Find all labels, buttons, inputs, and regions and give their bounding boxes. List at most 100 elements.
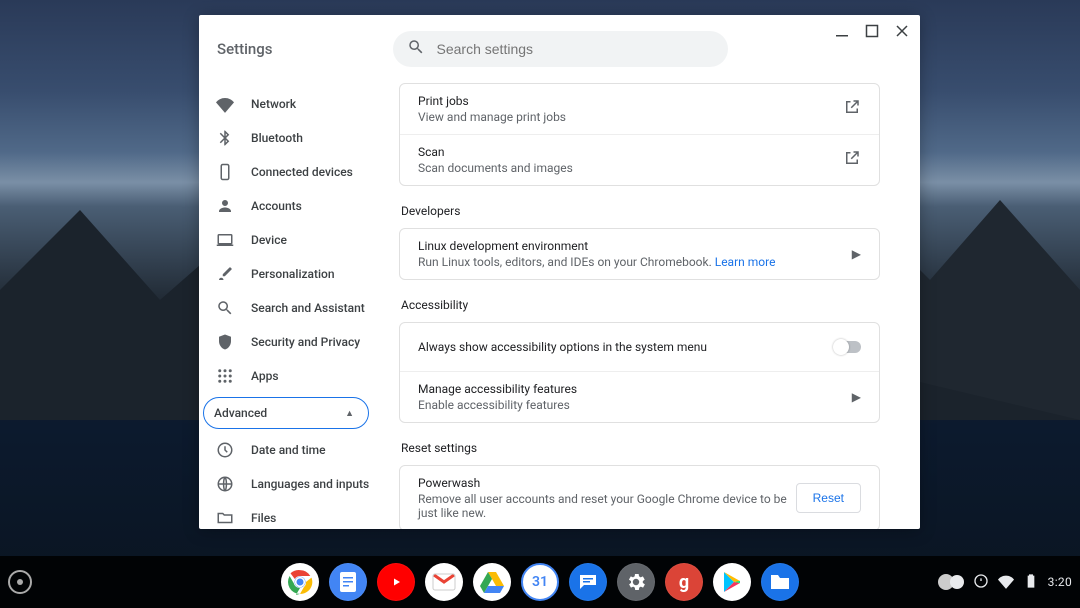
notification-badge-icon bbox=[973, 573, 989, 592]
developers-card: Linux development environment Run Linux … bbox=[399, 228, 880, 280]
row-sub: View and manage print jobs bbox=[418, 110, 566, 124]
shelf: 31 g 3:20 bbox=[0, 556, 1080, 608]
sidebar-item-network[interactable]: Network bbox=[199, 87, 379, 121]
brush-icon bbox=[216, 265, 234, 283]
app-play[interactable] bbox=[713, 563, 751, 601]
learn-more-link[interactable]: Learn more bbox=[715, 255, 776, 269]
row-print-jobs[interactable]: Print jobs View and manage print jobs bbox=[400, 84, 879, 134]
sidebar-item-connected-devices[interactable]: Connected devices bbox=[199, 155, 379, 189]
sidebar-item-accounts[interactable]: Accounts bbox=[199, 189, 379, 223]
app-docs[interactable] bbox=[329, 563, 367, 601]
header: Settings bbox=[199, 15, 920, 83]
sidebar-item-label: Bluetooth bbox=[251, 131, 303, 145]
person-icon bbox=[216, 197, 234, 215]
content-area: Print jobs View and manage print jobs Sc… bbox=[379, 83, 920, 529]
sidebar-item-date-time[interactable]: Date and time bbox=[199, 433, 379, 467]
sidebar-item-label: Device bbox=[251, 233, 287, 247]
search-icon bbox=[407, 38, 425, 60]
app-chrome[interactable] bbox=[281, 563, 319, 601]
section-header-accessibility: Accessibility bbox=[401, 298, 880, 312]
row-title: Print jobs bbox=[418, 94, 566, 108]
globe-icon bbox=[216, 475, 234, 493]
maximize-button[interactable] bbox=[864, 23, 880, 39]
toggle-switch[interactable] bbox=[835, 341, 861, 353]
sidebar: Network Bluetooth Connected devices Acco… bbox=[199, 83, 379, 529]
sidebar-item-label: Security and Privacy bbox=[251, 335, 360, 349]
sidebar-item-languages-inputs[interactable]: Languages and inputs bbox=[199, 467, 379, 501]
shield-icon bbox=[216, 333, 234, 351]
section-header-reset: Reset settings bbox=[401, 441, 880, 455]
row-sub: Enable accessibility features bbox=[418, 398, 577, 412]
section-header-developers: Developers bbox=[401, 204, 880, 218]
sidebar-item-label: Languages and inputs bbox=[251, 477, 369, 491]
laptop-icon bbox=[216, 231, 234, 249]
row-title: Manage accessibility features bbox=[418, 382, 577, 396]
accessibility-card: Always show accessibility options in the… bbox=[399, 322, 880, 423]
sidebar-item-label: Network bbox=[251, 97, 296, 111]
app-messages[interactable] bbox=[569, 563, 607, 601]
search-box[interactable] bbox=[393, 31, 728, 67]
sidebar-item-files[interactable]: Files bbox=[199, 501, 379, 529]
app-drive[interactable] bbox=[473, 563, 511, 601]
sidebar-item-device[interactable]: Device bbox=[199, 223, 379, 257]
page-title: Settings bbox=[217, 40, 273, 58]
sidebar-item-security-privacy[interactable]: Security and Privacy bbox=[199, 325, 379, 359]
row-title: Always show accessibility options in the… bbox=[418, 340, 707, 354]
wifi-icon bbox=[216, 95, 234, 113]
launcher-button[interactable] bbox=[8, 570, 32, 594]
app-calendar[interactable]: 31 bbox=[521, 563, 559, 601]
row-linux-env[interactable]: Linux development environment Run Linux … bbox=[400, 229, 879, 279]
search-icon bbox=[216, 299, 234, 317]
row-sub: Remove all user accounts and reset your … bbox=[418, 492, 796, 520]
reset-card: Powerwash Remove all user accounts and r… bbox=[399, 465, 880, 529]
clock-icon bbox=[216, 441, 234, 459]
row-a11y-toggle[interactable]: Always show accessibility options in the… bbox=[400, 323, 879, 371]
battery-icon bbox=[1023, 573, 1039, 592]
devices-icon bbox=[216, 163, 234, 181]
sidebar-item-label: Files bbox=[251, 511, 276, 525]
row-sub: Run Linux tools, editors, and IDEs on yo… bbox=[418, 255, 775, 269]
sidebar-item-search-assistant[interactable]: Search and Assistant bbox=[199, 291, 379, 325]
app-files[interactable] bbox=[761, 563, 799, 601]
wifi-icon bbox=[998, 573, 1014, 592]
user-avatars bbox=[938, 574, 964, 590]
reset-button[interactable]: Reset bbox=[796, 483, 861, 513]
sidebar-advanced-label: Advanced bbox=[214, 406, 267, 420]
row-a11y-manage[interactable]: Manage accessibility features Enable acc… bbox=[400, 371, 879, 422]
close-button[interactable] bbox=[894, 23, 910, 39]
search-input[interactable] bbox=[437, 41, 714, 57]
clock-label: 3:20 bbox=[1048, 575, 1072, 589]
shelf-apps: 31 g bbox=[281, 563, 799, 601]
row-scan[interactable]: Scan Scan documents and images bbox=[400, 134, 879, 185]
minimize-button[interactable] bbox=[834, 23, 850, 39]
open-external-icon bbox=[843, 98, 861, 120]
sidebar-item-personalization[interactable]: Personalization bbox=[199, 257, 379, 291]
row-powerwash: Powerwash Remove all user accounts and r… bbox=[400, 466, 879, 529]
app-gplus[interactable]: g bbox=[665, 563, 703, 601]
sidebar-item-label: Connected devices bbox=[251, 165, 353, 179]
row-title: Scan bbox=[418, 145, 573, 159]
sidebar-item-label: Personalization bbox=[251, 267, 335, 281]
row-title: Powerwash bbox=[418, 476, 796, 490]
sidebar-item-bluetooth[interactable]: Bluetooth bbox=[199, 121, 379, 155]
sidebar-item-label: Date and time bbox=[251, 443, 326, 457]
row-sub: Scan documents and images bbox=[418, 161, 573, 175]
apps-icon bbox=[216, 367, 234, 385]
settings-window: Settings Network Bluetooth Connected dev… bbox=[199, 15, 920, 529]
folder-icon bbox=[216, 509, 234, 527]
app-youtube[interactable] bbox=[377, 563, 415, 601]
bluetooth-icon bbox=[216, 129, 234, 147]
sidebar-item-label: Apps bbox=[251, 369, 279, 383]
app-settings[interactable] bbox=[617, 563, 655, 601]
sidebar-advanced-toggle[interactable]: Advanced ▲ bbox=[203, 397, 369, 429]
sidebar-item-label: Search and Assistant bbox=[251, 301, 365, 315]
chevron-right-icon: ▶ bbox=[852, 390, 861, 404]
caret-up-icon: ▲ bbox=[345, 408, 354, 419]
sidebar-item-label: Accounts bbox=[251, 199, 302, 213]
status-tray[interactable]: 3:20 bbox=[938, 556, 1072, 608]
sidebar-item-apps[interactable]: Apps bbox=[199, 359, 379, 393]
open-external-icon bbox=[843, 149, 861, 171]
row-title: Linux development environment bbox=[418, 239, 775, 253]
app-gmail[interactable] bbox=[425, 563, 463, 601]
printing-card: Print jobs View and manage print jobs Sc… bbox=[399, 83, 880, 186]
